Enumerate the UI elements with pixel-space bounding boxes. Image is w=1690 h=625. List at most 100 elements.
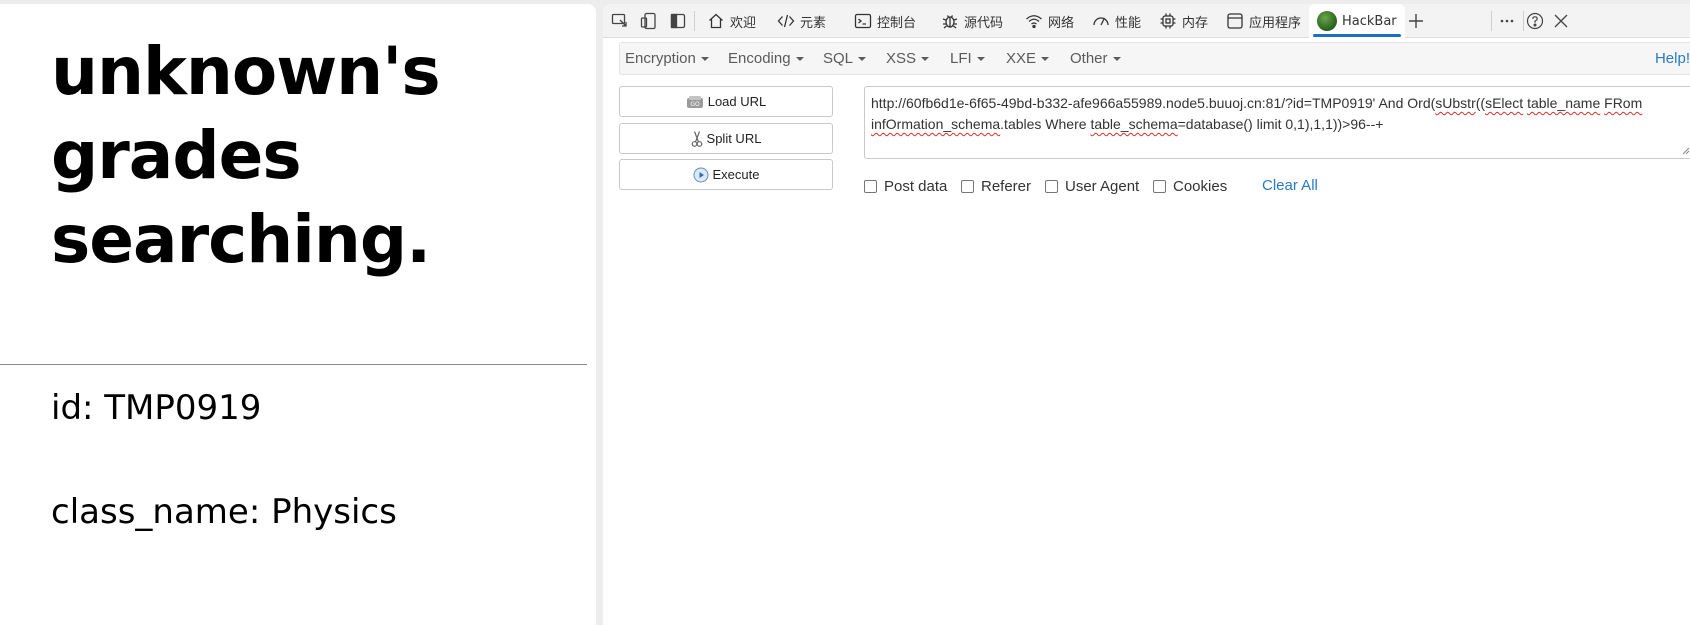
clear-all-link[interactable]: Clear All (1262, 177, 1318, 194)
browser-window: unknown's grades searching. id: TMP0919 … (0, 0, 1690, 625)
caret-down-icon (700, 56, 709, 61)
split-url-button[interactable]: Split URL (619, 123, 833, 154)
load-url-icon: GO (686, 95, 703, 108)
device-emulation-icon[interactable] (639, 11, 659, 31)
scissors-icon (691, 130, 702, 147)
toolbar-separator (694, 11, 695, 31)
more-tools-icon[interactable] (1497, 11, 1517, 31)
execute-label: Execute (712, 167, 760, 182)
checkbox-box[interactable] (1153, 180, 1166, 193)
url-text-part: .tables Where (1000, 116, 1091, 132)
toolbar-separator (1523, 11, 1524, 31)
post-data-label: Post data (884, 178, 948, 195)
menu-sql-label: SQL (823, 50, 854, 67)
cookies-label: Cookies (1173, 178, 1228, 195)
split-url-label: Split URL (706, 131, 762, 146)
inspect-element-icon[interactable] (610, 11, 630, 31)
menu-lfi-label: LFI (950, 50, 972, 67)
tab-hackbar[interactable]: HackBar (1309, 4, 1405, 38)
url-text-part: sElect (1485, 95, 1524, 111)
devtools-tab-bar: 欢迎 元素 控制台 源代码 网络 性能 内存 应用程序 HackBar (603, 4, 1690, 38)
help-icon[interactable] (1525, 11, 1545, 31)
execute-button[interactable]: Execute (619, 159, 833, 190)
menu-lfi[interactable]: LFI (950, 43, 985, 74)
svg-text:GO: GO (690, 101, 700, 108)
bug-icon (942, 15, 958, 29)
menu-encoding[interactable]: Encoding (728, 43, 804, 74)
user-agent-checkbox[interactable]: User Agent (1045, 178, 1139, 195)
toolbar-separator (1491, 11, 1492, 31)
devtools-panel: 欢迎 元素 控制台 源代码 网络 性能 内存 应用程序 HackBar Encr… (603, 4, 1690, 625)
tab-application-label: 应用程序 (1249, 15, 1302, 31)
tab-application[interactable]: 应用程序 (1226, 4, 1301, 38)
app-window-icon (1227, 13, 1243, 29)
menu-xxe-label: XXE (1006, 50, 1037, 67)
url-text-part: infOrmation_schema (871, 116, 1001, 132)
tab-elements[interactable]: 元素 (777, 4, 826, 38)
url-text-part: =database() limit 0,1),1,1))>96--+ (1177, 116, 1384, 132)
hackbar-logo-icon (1317, 11, 1337, 31)
tab-memory-label: 内存 (1182, 15, 1209, 31)
checkbox-box[interactable] (1045, 180, 1058, 193)
add-tab-icon[interactable] (1406, 11, 1426, 31)
menu-xss-label: XSS (886, 50, 917, 67)
resize-grip-icon[interactable] (1682, 147, 1690, 155)
menu-encryption[interactable]: Encryption (625, 43, 709, 74)
close-devtools-icon[interactable] (1551, 11, 1571, 31)
tab-sources[interactable]: 源代码 (941, 4, 1003, 38)
toggle-sidebar-icon[interactable] (668, 11, 688, 31)
user-agent-label: User Agent (1065, 178, 1140, 195)
caret-down-icon (1112, 56, 1121, 61)
tab-welcome[interactable]: 欢迎 (707, 4, 756, 38)
tab-console[interactable]: 控制台 (854, 4, 916, 38)
url-text-part: table_schema (1090, 116, 1178, 132)
tab-hackbar-label: HackBar (1342, 13, 1397, 29)
load-url-label: Load URL (707, 94, 767, 109)
checkbox-box[interactable] (864, 180, 877, 193)
url-text-part: http://60fb6d1e-6f65-49bd-b332-afe966a55… (871, 95, 1436, 111)
url-text-part: (( (1475, 95, 1486, 111)
tab-memory[interactable]: 内存 (1159, 4, 1208, 38)
tab-performance[interactable]: 性能 (1092, 4, 1141, 38)
menu-encoding-label: Encoding (728, 50, 791, 67)
tab-network[interactable]: 网络 (1025, 4, 1074, 38)
checkbox-box[interactable] (961, 180, 974, 193)
home-icon (709, 13, 723, 29)
help-link[interactable]: Help! (1655, 43, 1690, 74)
code-icon (777, 14, 795, 28)
class-name-field-text: class_name: Physics (51, 492, 397, 532)
menu-xxe[interactable]: XXE (1006, 43, 1050, 74)
caret-down-icon (976, 56, 985, 61)
gauge-icon (1093, 17, 1109, 26)
menu-other[interactable]: Other (1070, 43, 1121, 74)
menu-xss[interactable]: XSS (886, 43, 930, 74)
menu-encryption-label: Encryption (625, 50, 696, 67)
referer-checkbox[interactable]: Referer (961, 178, 1031, 195)
play-icon (693, 167, 708, 182)
url-text-part: sUbstr (1435, 95, 1476, 111)
caret-down-icon (795, 56, 804, 61)
page-title: unknown's grades searching. (51, 33, 441, 278)
chip-icon (1160, 13, 1176, 29)
menu-sql[interactable]: SQL (823, 43, 867, 74)
tab-console-label: 控制台 (877, 15, 917, 31)
cookies-checkbox[interactable]: Cookies (1153, 178, 1227, 195)
url-text-part: FRom (1604, 95, 1643, 111)
tab-elements-label: 元素 (800, 15, 827, 31)
post-data-checkbox[interactable]: Post data (864, 178, 947, 195)
hackbar-menu-bar: Encryption Encoding SQL XSS LFI XXE Othe… (619, 42, 1690, 75)
referer-label: Referer (981, 178, 1032, 195)
console-icon (854, 13, 872, 29)
page-viewport: unknown's grades searching. id: TMP0919 … (0, 4, 596, 625)
caret-down-icon (921, 56, 930, 61)
wifi-icon (1026, 15, 1042, 29)
load-url-button[interactable]: GO Load URL (619, 86, 833, 117)
tab-network-label: 网络 (1048, 15, 1075, 31)
url-textarea[interactable]: http://60fb6d1e-6f65-49bd-b332-afe966a55… (864, 86, 1690, 159)
horizontal-rule (0, 364, 587, 365)
menu-other-label: Other (1070, 50, 1108, 67)
tab-sources-label: 源代码 (964, 15, 1004, 31)
caret-down-icon (858, 56, 867, 61)
url-text-part: table_name (1527, 95, 1601, 111)
caret-down-icon (1041, 56, 1050, 61)
